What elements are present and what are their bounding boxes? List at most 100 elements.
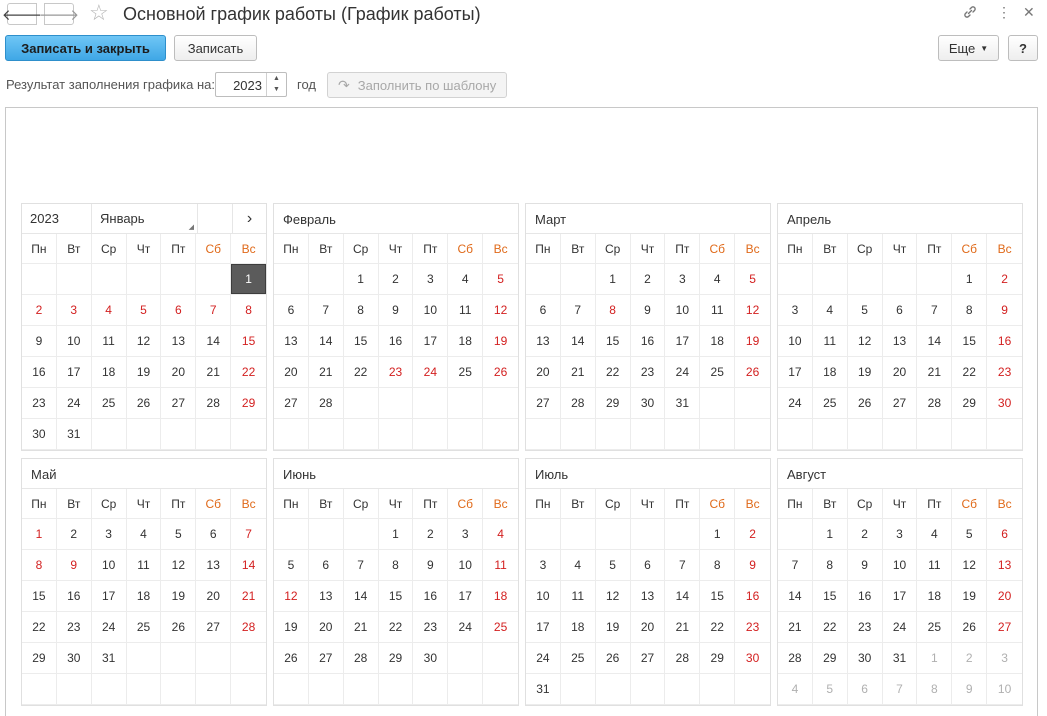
day-cell[interactable]: 11 <box>126 550 162 581</box>
day-cell[interactable]: 7 <box>308 295 344 326</box>
day-cell[interactable]: 26 <box>595 643 631 674</box>
day-cell[interactable]: 29 <box>700 643 736 674</box>
day-cell[interactable]: 6 <box>847 674 883 705</box>
day-cell[interactable]: 3 <box>778 295 813 326</box>
day-cell[interactable]: 12 <box>595 581 631 612</box>
day-cell[interactable]: 19 <box>126 357 162 388</box>
day-cell[interactable]: 7 <box>343 550 379 581</box>
day-cell[interactable]: 26 <box>126 388 162 419</box>
day-cell[interactable]: 25 <box>560 643 596 674</box>
day-cell[interactable]: 9 <box>413 550 449 581</box>
save-and-close-button[interactable]: Записать и закрыть <box>5 35 166 61</box>
day-cell[interactable]: 9 <box>952 674 988 705</box>
star-icon[interactable]: ☆ <box>89 2 109 24</box>
day-cell[interactable]: 30 <box>413 643 449 674</box>
day-cell[interactable]: 4 <box>560 550 596 581</box>
save-button[interactable]: Записать <box>174 35 257 61</box>
day-cell[interactable]: 15 <box>231 326 266 357</box>
day-cell[interactable]: 3 <box>665 264 701 295</box>
day-cell[interactable]: 1 <box>917 643 953 674</box>
day-cell[interactable]: 24 <box>526 643 561 674</box>
day-cell[interactable]: 26 <box>274 643 309 674</box>
day-cell[interactable]: 21 <box>778 612 813 643</box>
day-cell[interactable]: 30 <box>735 643 770 674</box>
day-cell[interactable]: 19 <box>735 326 770 357</box>
day-cell[interactable]: 15 <box>343 326 379 357</box>
day-cell[interactable]: 28 <box>343 643 379 674</box>
day-cell[interactable]: 2 <box>987 264 1022 295</box>
day-cell[interactable]: 9 <box>56 550 92 581</box>
day-cell[interactable]: 16 <box>22 357 57 388</box>
day-cell[interactable]: 15 <box>812 581 848 612</box>
day-cell[interactable]: 28 <box>196 388 232 419</box>
day-cell[interactable]: 16 <box>378 326 414 357</box>
day-cell[interactable]: 9 <box>22 326 57 357</box>
day-cell[interactable]: 4 <box>700 264 736 295</box>
day-cell[interactable]: 23 <box>630 357 666 388</box>
day-cell[interactable]: 23 <box>378 357 414 388</box>
day-cell[interactable]: 30 <box>987 388 1022 419</box>
day-cell[interactable]: 3 <box>987 643 1022 674</box>
day-cell[interactable]: 29 <box>812 643 848 674</box>
day-cell[interactable]: 27 <box>274 388 309 419</box>
day-cell[interactable]: 22 <box>22 612 57 643</box>
day-cell[interactable]: 27 <box>526 388 561 419</box>
day-cell[interactable]: 17 <box>56 357 92 388</box>
day-cell[interactable]: 5 <box>126 295 162 326</box>
day-cell[interactable]: 9 <box>735 550 770 581</box>
day-cell[interactable]: 31 <box>56 419 92 450</box>
day-cell[interactable]: 6 <box>308 550 344 581</box>
day-cell[interactable]: 11 <box>812 326 848 357</box>
day-cell[interactable]: 6 <box>161 295 197 326</box>
day-cell[interactable]: 3 <box>413 264 449 295</box>
day-cell[interactable]: 24 <box>778 388 813 419</box>
day-cell[interactable]: 7 <box>196 295 232 326</box>
day-cell[interactable]: 9 <box>378 295 414 326</box>
day-cell[interactable]: 4 <box>812 295 848 326</box>
day-cell[interactable]: 13 <box>882 326 918 357</box>
day-cell[interactable]: 24 <box>91 612 127 643</box>
day-cell[interactable]: 12 <box>161 550 197 581</box>
day-cell[interactable]: 5 <box>952 519 988 550</box>
day-cell[interactable]: 21 <box>560 357 596 388</box>
day-cell[interactable]: 24 <box>56 388 92 419</box>
day-cell[interactable]: 4 <box>91 295 127 326</box>
day-cell[interactable]: 23 <box>987 357 1022 388</box>
spin-down-icon[interactable]: ▼ <box>267 84 286 95</box>
day-cell[interactable]: 20 <box>308 612 344 643</box>
day-cell[interactable]: 2 <box>413 519 449 550</box>
day-cell[interactable]: 12 <box>274 581 309 612</box>
day-cell[interactable]: 29 <box>952 388 988 419</box>
forward-arrow-icon[interactable]: 🡒 <box>39 3 79 25</box>
day-cell[interactable]: 9 <box>630 295 666 326</box>
day-cell[interactable]: 3 <box>448 519 484 550</box>
day-cell[interactable]: 2 <box>22 295 57 326</box>
day-cell[interactable]: 25 <box>700 357 736 388</box>
day-cell[interactable]: 19 <box>483 326 518 357</box>
day-cell[interactable]: 8 <box>917 674 953 705</box>
day-cell[interactable]: 11 <box>700 295 736 326</box>
day-cell[interactable]: 20 <box>196 581 232 612</box>
help-button[interactable]: ? <box>1008 35 1038 61</box>
day-cell[interactable]: 5 <box>812 674 848 705</box>
day-cell[interactable]: 20 <box>274 357 309 388</box>
day-cell[interactable]: 6 <box>630 550 666 581</box>
day-cell[interactable]: 26 <box>483 357 518 388</box>
day-cell[interactable]: 16 <box>56 581 92 612</box>
day-cell[interactable]: 25 <box>812 388 848 419</box>
day-cell[interactable]: 10 <box>882 550 918 581</box>
day-cell[interactable]: 1 <box>343 264 379 295</box>
day-cell[interactable]: 18 <box>560 612 596 643</box>
day-cell[interactable]: 10 <box>413 295 449 326</box>
day-cell[interactable]: 25 <box>448 357 484 388</box>
day-cell[interactable]: 7 <box>560 295 596 326</box>
day-cell[interactable]: 11 <box>483 550 518 581</box>
day-cell[interactable]: 8 <box>595 295 631 326</box>
day-cell[interactable]: 9 <box>847 550 883 581</box>
day-cell[interactable]: 8 <box>812 550 848 581</box>
day-cell[interactable]: 1 <box>812 519 848 550</box>
day-cell[interactable]: 21 <box>665 612 701 643</box>
day-cell[interactable]: 13 <box>526 326 561 357</box>
day-cell[interactable]: 2 <box>378 264 414 295</box>
day-cell[interactable]: 17 <box>448 581 484 612</box>
